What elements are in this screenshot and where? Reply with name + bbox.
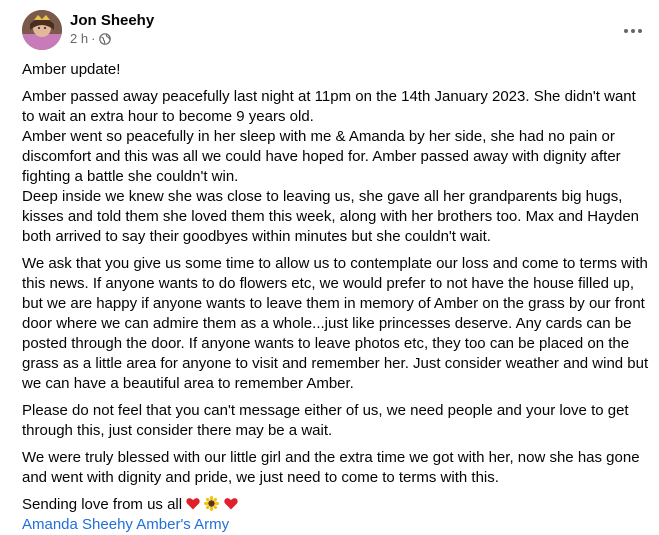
more-options-icon[interactable] [615, 17, 651, 45]
post-paragraph: We were truly blessed with our little gi… [22, 449, 640, 486]
author-name[interactable]: Jon Sheehy [70, 12, 154, 29]
post-paragraph: We ask that you give us some time to all… [22, 255, 649, 392]
tag-link-amanda-sheehy[interactable]: Amanda Sheehy [22, 516, 133, 533]
post-line: Deep inside we knew she was close to lea… [22, 188, 639, 245]
post-meta: 2 h · [70, 31, 112, 46]
red-heart-icon [223, 498, 238, 510]
author-avatar[interactable] [22, 10, 62, 50]
post-paragraph: Please do not feel that you can't messag… [22, 402, 629, 439]
facebook-post: Jon Sheehy 2 h · Amber update! Amber pas… [0, 0, 659, 533]
sunflower-icon [204, 496, 220, 511]
post-line: Amber update! [22, 61, 121, 78]
closing-text: Sending love from us all [22, 496, 187, 513]
meta-separator: · [91, 31, 96, 46]
closing-line: Sending love from us all [22, 495, 650, 515]
avatar-photo [22, 10, 62, 50]
post-body: Amber update! Amber passed away peaceful… [22, 60, 650, 535]
post-header: Jon Sheehy 2 h · [22, 9, 659, 53]
red-heart-icon [186, 498, 200, 510]
post-line: Amber went so peacefully in her sleep wi… [22, 128, 621, 185]
tag-link-ambers-army[interactable]: Amber's Army [136, 516, 229, 533]
post-tags: Amanda Sheehy Amber's Army [22, 515, 650, 535]
globe-icon[interactable] [99, 32, 112, 45]
post-timestamp[interactable]: 2 h [70, 31, 88, 46]
post-line: Amber passed away peacefully last night … [22, 88, 636, 125]
